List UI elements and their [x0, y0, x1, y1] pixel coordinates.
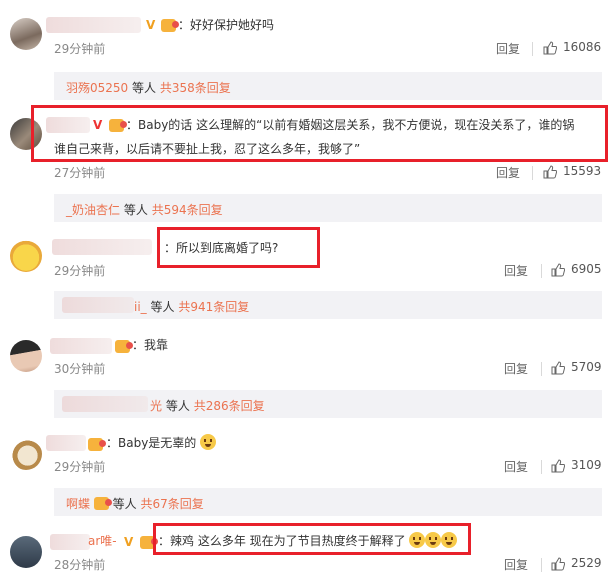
username-blurred[interactable] — [46, 435, 86, 451]
comment-item: ：Baby是无辜的 29分钟前 回复 3109 — [0, 428, 610, 478]
subreply-summary[interactable]: _奶油杏仁 等人 共594条回复 — [66, 201, 223, 218]
reply-button[interactable]: 回复 — [504, 556, 528, 573]
like-count: 16086 — [563, 40, 602, 54]
comment-time: 27分钟前 — [54, 166, 106, 180]
username-blurred[interactable] — [62, 396, 148, 412]
divider — [541, 558, 542, 572]
highlight-box — [153, 523, 471, 555]
subreply-user[interactable]: ii_ — [134, 300, 147, 314]
reply-button[interactable]: 回复 — [504, 360, 528, 377]
crying-emoji-icon — [200, 434, 217, 450]
username-blurred[interactable] — [46, 17, 141, 33]
username-blurred[interactable] — [52, 239, 152, 255]
subreply-summary[interactable]: 羽殇05250 等人 共358条回复 — [66, 79, 231, 96]
member-badge-icon — [93, 497, 112, 510]
verified-icon: V — [124, 535, 134, 549]
avatar[interactable] — [10, 18, 42, 50]
subreply-count[interactable]: 共358条回复 — [160, 81, 231, 95]
reply-button[interactable]: 回复 — [496, 164, 520, 181]
verified-icon: V — [146, 18, 156, 32]
like-count: 2529 — [571, 556, 602, 570]
thumb-up-icon[interactable] — [543, 165, 557, 179]
comment-text: ：我靠 — [132, 338, 169, 352]
subreply-mid: 等人 — [150, 300, 175, 314]
username-blurred[interactable] — [50, 534, 90, 550]
subreply-summary[interactable]: 光 等人 共286条回复 — [150, 397, 265, 414]
comment-time: 30分钟前 — [54, 362, 106, 376]
like-count: 6905 — [571, 262, 602, 276]
subreply-user[interactable]: 光 — [150, 399, 162, 413]
avatar[interactable] — [10, 438, 42, 470]
comment-time: 29分钟前 — [54, 460, 106, 474]
comment-text: ：好好保护她好吗 — [178, 18, 275, 32]
comment-time: 29分钟前 — [54, 264, 106, 278]
reply-button[interactable]: 回复 — [496, 40, 520, 57]
divider — [541, 460, 542, 474]
thumb-up-icon[interactable] — [551, 557, 565, 571]
subreply-bar[interactable]: ii_ 等人 共941条回复 — [54, 291, 602, 319]
username-blurred[interactable] — [62, 297, 134, 313]
thumb-up-icon[interactable] — [551, 361, 565, 375]
username-suffix[interactable]: ar唯- — [88, 532, 117, 550]
subreply-mid: 等人 — [132, 81, 157, 95]
subreply-mid: 等人 — [112, 497, 137, 511]
subreply-count[interactable]: 共67条回复 — [141, 497, 204, 511]
subreply-bar[interactable]: 羽殇05250 等人 共358条回复 — [54, 72, 602, 100]
member-badge-icon — [161, 19, 179, 32]
comment-item: ：我靠 30分钟前 回复 5709 — [0, 330, 610, 380]
like-count: 5709 — [571, 360, 602, 374]
subreply-count[interactable]: 共594条回复 — [152, 203, 223, 217]
comment-time: 29分钟前 — [54, 42, 106, 56]
comment-time: 28分钟前 — [54, 558, 106, 572]
like-count: 15593 — [563, 164, 602, 178]
subreply-bar[interactable]: 光 等人 共286条回复 — [54, 390, 602, 418]
avatar[interactable] — [10, 536, 42, 568]
divider — [532, 42, 533, 56]
subreply-user[interactable]: 羽殇05250 — [66, 81, 128, 95]
subreply-user[interactable]: _奶油杏仁 — [66, 203, 120, 217]
subreply-bar[interactable]: _奶油杏仁 等人 共594条回复 — [54, 194, 602, 222]
thumb-up-icon[interactable] — [551, 263, 565, 277]
highlight-box — [31, 105, 608, 162]
member-badge-icon — [88, 438, 106, 451]
username-blurred[interactable] — [50, 338, 112, 354]
like-count: 3109 — [571, 458, 602, 472]
subreply-count[interactable]: 共286条回复 — [194, 399, 265, 413]
divider — [532, 166, 533, 180]
subreply-summary[interactable]: ii_ 等人 共941条回复 — [134, 298, 249, 315]
avatar[interactable] — [10, 340, 42, 372]
reply-button[interactable]: 回复 — [504, 458, 528, 475]
reply-button[interactable]: 回复 — [504, 262, 528, 279]
subreply-bar[interactable]: 啊蝶 等人 共67条回复 — [54, 488, 602, 516]
highlight-box — [157, 227, 320, 268]
member-badge-icon — [115, 340, 133, 353]
comment-text-body: ：Baby是无辜的 — [106, 436, 197, 450]
subreply-user[interactable]: 啊蝶 — [66, 497, 90, 511]
subreply-mid: 等人 — [165, 399, 190, 413]
comment-text: ：Baby是无辜的 — [106, 434, 217, 452]
subreply-mid: 等人 — [123, 203, 148, 217]
subreply-count[interactable]: 共941条回复 — [178, 300, 249, 314]
comment-item: V ：好好保护她好吗 29分钟前 回复 16086 — [0, 0, 610, 62]
thumb-up-icon[interactable] — [543, 41, 557, 55]
subreply-summary[interactable]: 啊蝶 等人 共67条回复 — [66, 495, 204, 512]
divider — [541, 362, 542, 376]
avatar[interactable] — [10, 240, 42, 272]
thumb-up-icon[interactable] — [551, 459, 565, 473]
divider — [541, 264, 542, 278]
